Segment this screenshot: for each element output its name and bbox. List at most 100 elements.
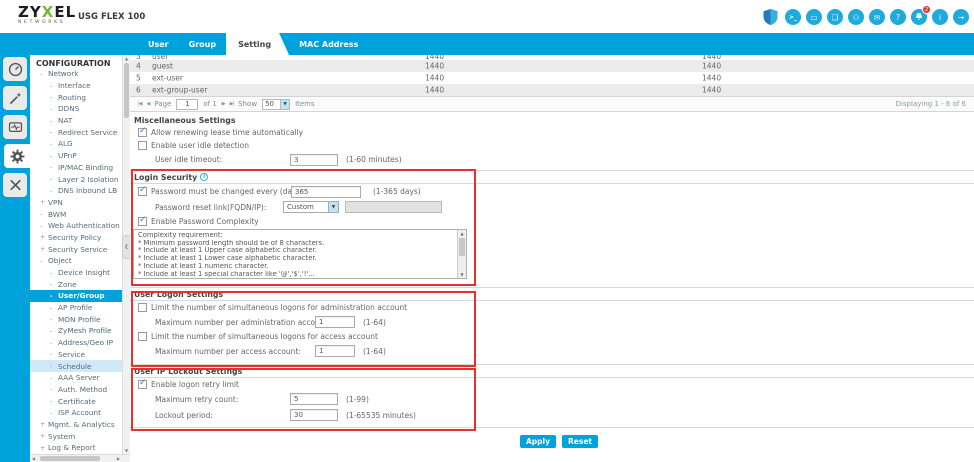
monitor-icon[interactable] bbox=[3, 115, 27, 139]
password-reset-link-input[interactable] bbox=[345, 201, 442, 213]
retry-limit-checkbox[interactable] bbox=[138, 380, 147, 389]
idle-detect-label: Enable user idle detection bbox=[151, 141, 249, 150]
sidebar-item-security-policy[interactable]: +Security Policy bbox=[30, 232, 130, 244]
action-button-row: Apply Reset bbox=[130, 435, 974, 448]
sidebar-item-web-authentication[interactable]: -Web Authentication bbox=[30, 220, 130, 232]
limit-access-row: Limit the number of simultaneous logons … bbox=[130, 330, 974, 343]
scrollbar-thumb[interactable] bbox=[459, 238, 465, 256]
password-reset-link-select[interactable]: Custom▼ bbox=[283, 201, 339, 213]
tab-mac-address[interactable]: MAC Address bbox=[289, 33, 368, 55]
sidebar-item-user-group[interactable]: -User/Group bbox=[30, 290, 130, 302]
tab-user[interactable]: User bbox=[138, 33, 179, 55]
scrollbar-thumb[interactable] bbox=[124, 63, 129, 118]
sidebar-item-service[interactable]: -Service bbox=[30, 349, 130, 361]
max-access-input[interactable] bbox=[315, 345, 355, 357]
scroll-left-icon[interactable]: ◀ bbox=[32, 456, 35, 461]
table-row[interactable]: 5 ext-user 1440 1440 bbox=[130, 72, 974, 84]
prev-page-icon[interactable]: ◀ bbox=[147, 101, 150, 107]
complexity-requirement-box[interactable]: Complexity requirement: * Minimum passwo… bbox=[133, 229, 467, 279]
scroll-down-icon[interactable]: ▼ bbox=[458, 272, 466, 277]
wizard-wand-icon[interactable] bbox=[3, 86, 27, 110]
logout-icon[interactable]: → bbox=[953, 9, 969, 25]
sidebar-item-layer2-isolation[interactable]: -Layer 2 Isolation bbox=[30, 173, 130, 185]
retry-count-input[interactable] bbox=[290, 393, 338, 405]
sidebar-item-redirect-service[interactable]: -Redirect Service bbox=[30, 126, 130, 138]
chat-icon[interactable]: ✉ bbox=[869, 9, 885, 25]
maintenance-tools-icon[interactable] bbox=[3, 173, 27, 197]
complexity-scrollbar[interactable]: ▲▼ bbox=[457, 230, 466, 278]
lockout-period-input[interactable] bbox=[290, 409, 338, 421]
tab-group[interactable]: Group bbox=[179, 33, 226, 55]
sidebar-item-certificate[interactable]: -Certificate bbox=[30, 395, 130, 407]
sidebar-item-address-geo-ip[interactable]: -Address/Geo IP bbox=[30, 337, 130, 349]
idle-detect-checkbox[interactable] bbox=[138, 141, 147, 150]
sidebar-horizontal-scrollbar[interactable]: ◀▶ bbox=[30, 454, 130, 462]
sidebar-item-security-service[interactable]: +Security Service bbox=[30, 243, 130, 255]
configuration-gear-icon[interactable] bbox=[4, 144, 30, 168]
sidebar-item-auth-method[interactable]: -Auth. Method bbox=[30, 384, 130, 396]
tab-setting[interactable]: Setting bbox=[226, 33, 289, 55]
lockout-period-row: Lockout period: (1-65535 minutes) bbox=[130, 407, 974, 423]
sidebar-item-ip-mac-binding[interactable]: -IP/MAC Binding bbox=[30, 162, 130, 174]
console-icon[interactable]: >_ bbox=[785, 9, 801, 25]
idle-timeout-label: User idle timeout: bbox=[155, 155, 290, 164]
allow-renew-checkbox[interactable] bbox=[138, 128, 147, 137]
sidebar-item-mon-profile[interactable]: -MON Profile bbox=[30, 313, 130, 325]
sidebar-item-zymesh-profile[interactable]: -ZyMesh Profile bbox=[30, 325, 130, 337]
sidebar-item-system[interactable]: +System bbox=[30, 430, 130, 442]
table-row[interactable]: 6 ext-group-user 1440 1440 bbox=[130, 84, 974, 96]
password-change-checkbox[interactable] bbox=[138, 187, 147, 196]
sidebar-item-mgmt-analytics[interactable]: +Mgmt. & Analytics bbox=[30, 419, 130, 431]
first-page-icon[interactable]: |◀ bbox=[138, 101, 142, 107]
sidebar-item-upnp[interactable]: -UPnP bbox=[30, 150, 130, 162]
page-number-input[interactable] bbox=[176, 99, 198, 110]
reset-button[interactable]: Reset bbox=[562, 435, 598, 448]
password-change-days-input[interactable] bbox=[291, 186, 361, 198]
sidebar-item-interface[interactable]: -Interface bbox=[30, 80, 130, 92]
scrollbar-thumb[interactable] bbox=[40, 456, 100, 461]
notification-bell-icon[interactable]: 2 bbox=[911, 9, 927, 25]
windows-icon[interactable]: ❏ bbox=[827, 9, 843, 25]
sidebar-item-ddns[interactable]: -DDNS bbox=[30, 103, 130, 115]
sidebar-item-nat[interactable]: -NAT bbox=[30, 115, 130, 127]
sidebar-item-vpn[interactable]: +VPN bbox=[30, 197, 130, 209]
max-admin-hint: (1-64) bbox=[363, 318, 386, 327]
sidebar-collapse-handle[interactable]: ❮ bbox=[122, 235, 130, 259]
info-icon[interactable]: i bbox=[932, 9, 948, 25]
device-name: USG FLEX 100 bbox=[78, 12, 145, 22]
scroll-down-icon[interactable]: ▼ bbox=[123, 448, 130, 453]
scroll-up-icon[interactable]: ▲ bbox=[123, 56, 130, 61]
sidebar-item-aaa-server[interactable]: -AAA Server bbox=[30, 372, 130, 384]
misc-settings-title: Miscellaneous Settings bbox=[130, 114, 974, 126]
sidebar-item-dns-inbound-lb[interactable]: -DNS Inbound LB bbox=[30, 185, 130, 197]
sidebar-item-object[interactable]: -Object bbox=[30, 255, 130, 267]
limit-access-checkbox[interactable] bbox=[138, 332, 147, 341]
topology-icon[interactable]: ⚇ bbox=[848, 9, 864, 25]
sidebar-item-log-report[interactable]: +Log & Report bbox=[30, 442, 130, 454]
password-complexity-checkbox[interactable] bbox=[138, 217, 147, 226]
sidebar-item-device-insight[interactable]: -Device Insight bbox=[30, 267, 130, 279]
sidebar-item-routing[interactable]: -Routing bbox=[30, 91, 130, 103]
sidebar-item-bwm[interactable]: -BWM bbox=[30, 208, 130, 220]
sidebar-item-schedule[interactable]: -Schedule bbox=[30, 360, 130, 372]
last-page-icon[interactable]: ▶| bbox=[230, 101, 234, 107]
idle-timeout-input[interactable] bbox=[290, 154, 338, 166]
sidebar-item-network[interactable]: -Network bbox=[30, 68, 130, 80]
next-page-icon[interactable]: ▶ bbox=[222, 101, 225, 107]
table-row[interactable]: 4 guest 1440 1440 bbox=[130, 60, 974, 72]
sidebar-item-isp-account[interactable]: -ISP Account bbox=[30, 407, 130, 419]
zyxel-logo-text: ZYXEL bbox=[18, 5, 76, 20]
limit-admin-checkbox[interactable] bbox=[138, 303, 147, 312]
dashboard-icon[interactable] bbox=[3, 57, 27, 81]
scroll-right-icon[interactable]: ▶ bbox=[117, 456, 120, 461]
sidebar-item-zone[interactable]: -Zone bbox=[30, 278, 130, 290]
page-size-select[interactable]: 50▼ bbox=[262, 99, 290, 110]
scroll-up-icon[interactable]: ▲ bbox=[458, 231, 466, 236]
sidebar-item-alg[interactable]: -ALG bbox=[30, 138, 130, 150]
sidebar-item-ap-profile[interactable]: -AP Profile bbox=[30, 302, 130, 314]
info-icon[interactable]: i bbox=[200, 173, 208, 181]
apply-button[interactable]: Apply bbox=[520, 435, 556, 448]
panel-icon[interactable]: ▭ bbox=[806, 9, 822, 25]
max-admin-input[interactable] bbox=[315, 316, 355, 328]
help-forum-icon[interactable]: ? bbox=[890, 9, 906, 25]
